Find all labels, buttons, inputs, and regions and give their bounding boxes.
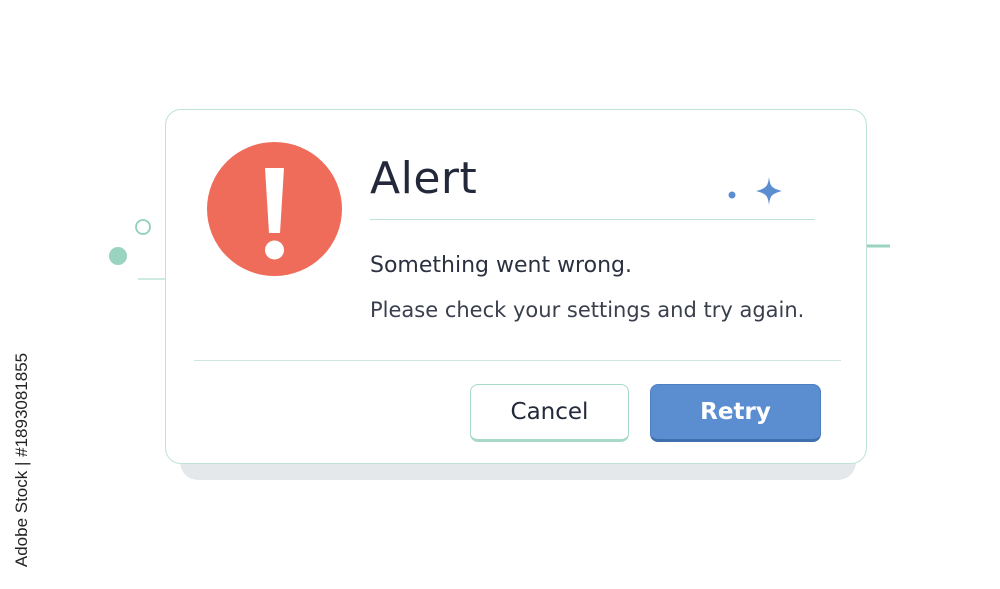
- sparkle-icon: [756, 177, 782, 205]
- exclamation-mark-icon: [265, 168, 284, 260]
- title-divider: [370, 219, 815, 220]
- error-message: Something went wrong.: [370, 253, 632, 278]
- cancel-button[interactable]: Cancel: [470, 384, 629, 442]
- stage: Alert Something went wrong. Please check…: [0, 0, 1000, 589]
- footer-divider: [194, 360, 841, 361]
- watermark: Adobe Stock | #1893081855: [8, 345, 36, 575]
- decor-dot-icon: [109, 247, 127, 265]
- alert-dialog: Alert Something went wrong. Please check…: [165, 109, 867, 464]
- retry-button[interactable]: Retry: [650, 384, 821, 442]
- decor-ring-icon: [135, 219, 151, 235]
- exclamation-circle-icon: [207, 142, 342, 276]
- watermark-text: Adobe Stock | #1893081855: [12, 352, 31, 568]
- error-hint: Please check your settings and try again…: [370, 298, 805, 322]
- decor-dot-icon: [728, 191, 736, 199]
- dialog-title: Alert: [370, 153, 478, 204]
